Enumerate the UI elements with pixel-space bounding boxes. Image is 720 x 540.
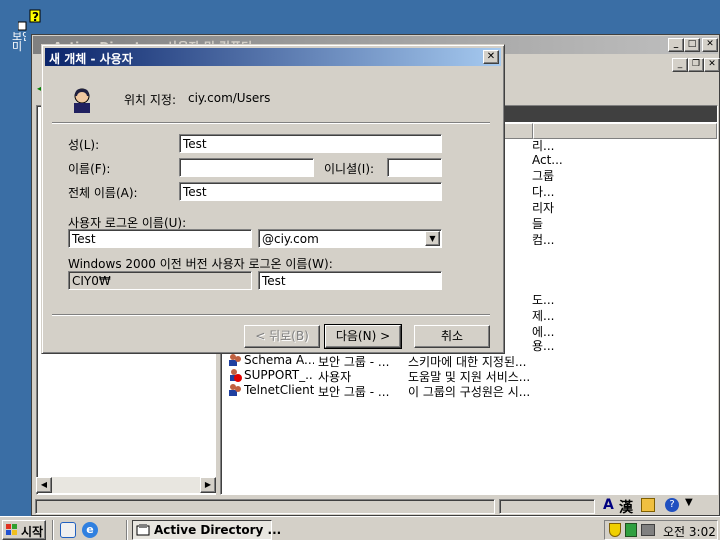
last-name-field[interactable]: Test: [179, 134, 442, 153]
taskbar-app-button[interactable]: Active Directory ...: [132, 520, 281, 540]
help-icon[interactable]: ?: [665, 498, 679, 512]
cancel-button[interactable]: 취소: [414, 325, 490, 348]
scroll-right-button[interactable]: ▶: [200, 477, 216, 493]
last-name-label: 성(L):: [68, 138, 100, 152]
dialog-title: 새 개체 - 사용자: [49, 52, 133, 66]
list-fragment: 리...: [532, 139, 555, 153]
list-fragment: 도...: [532, 293, 555, 307]
taskbar: 시작 e Active Directory ... 오전 3:02: [0, 516, 720, 540]
dialog-titlebar: 새 개체 - 사용자 ✕: [45, 48, 501, 66]
first-name-field[interactable]: [179, 158, 314, 177]
location-label: 위치 지정:: [124, 93, 177, 107]
list-fragment: 들: [532, 217, 544, 231]
mdi-restore-button[interactable]: ❐: [688, 58, 704, 72]
clock: 오전 3:02: [663, 525, 716, 539]
taskbar-app-label: Active Directory ...: [154, 523, 282, 537]
row-name: SUPPORT_...: [244, 368, 314, 382]
mdi-close-button[interactable]: ✕: [704, 58, 720, 72]
start-button[interactable]: 시작: [2, 520, 46, 540]
security-icon[interactable]: [625, 523, 637, 537]
shield-icon[interactable]: [609, 523, 621, 537]
full-name-field[interactable]: Test: [179, 182, 442, 201]
desktop-icon-label: 보안 미: [12, 32, 26, 52]
first-name-label: 이름(F):: [68, 162, 111, 176]
initials-label: 이니셜(I):: [324, 162, 375, 176]
status-pane: [499, 499, 595, 514]
list-fragment: 다...: [532, 185, 555, 199]
ime-a-icon[interactable]: A: [603, 497, 614, 513]
ime-dropdown-icon[interactable]: ▼: [685, 497, 693, 508]
domain-select[interactable]: @ciy.com ▼: [258, 229, 442, 248]
location-value: ciy.com/Users: [188, 91, 271, 105]
quicklaunch-desktop-icon[interactable]: [60, 522, 76, 538]
separator: [52, 314, 490, 316]
chevron-down-icon[interactable]: ▼: [425, 231, 440, 246]
row-type: 보안 그룹 - ...: [318, 385, 390, 399]
row-name: TelnetClients: [244, 383, 314, 397]
list-fragment: 컴...: [532, 233, 555, 247]
quicklaunch-ie-icon[interactable]: e: [82, 522, 98, 538]
taskbar-divider: [52, 520, 54, 540]
group-icon: [228, 383, 242, 397]
logon-name-field[interactable]: Test: [68, 229, 252, 248]
status-pane: [35, 499, 495, 514]
row-name: Schema A...: [244, 353, 314, 367]
statusbar: A 漢 ? ▼: [33, 497, 718, 517]
pre2000-name-field[interactable]: Test: [258, 271, 442, 290]
disabled-user-icon: [228, 368, 242, 382]
maximize-button[interactable]: □: [684, 38, 700, 52]
system-tray: 오전 3:02: [604, 520, 718, 540]
dialog-close-button[interactable]: ✕: [483, 50, 499, 64]
list-fragment: Act...: [532, 153, 563, 167]
windows-logo-icon: [5, 523, 19, 537]
group-icon: [228, 353, 242, 367]
close-button[interactable]: ✕: [702, 38, 718, 52]
user-icon: [70, 87, 94, 113]
new-user-dialog: 새 개체 - 사용자 ✕ 위치 지정: ciy.com/Users 성(L): …: [41, 44, 505, 354]
ad-app-icon: [136, 523, 150, 537]
scroll-left-button[interactable]: ◀: [36, 477, 52, 493]
taskbar-divider: [126, 520, 128, 540]
ime-hanja-icon[interactable]: 漢: [619, 497, 633, 517]
pre2000-label: Windows 2000 이전 버전 사용자 로그온 이름(W):: [68, 257, 333, 271]
full-name-label: 전체 이름(A):: [68, 186, 138, 200]
svg-text:?: ?: [32, 10, 39, 24]
column-header-blank: [533, 123, 717, 139]
list-fragment: 그룹: [532, 169, 555, 183]
pre2000-domain-field: CIY0₩: [68, 271, 252, 290]
start-label: 시작: [21, 525, 44, 539]
mdi-controls: _ ❐ ✕: [672, 58, 720, 74]
domain-select-value: @ciy.com: [262, 232, 319, 246]
tree-hscrollbar[interactable]: ◀ ▶: [36, 477, 216, 493]
separator: [52, 122, 490, 124]
initials-field[interactable]: [387, 158, 442, 177]
ime-tool-icon[interactable]: [641, 498, 655, 512]
minimize-button[interactable]: _: [668, 38, 684, 52]
back-button[interactable]: < 뒤로(B): [244, 325, 320, 348]
row-desc: 이 그룹의 구성원은 시...: [408, 385, 531, 399]
list-fragment: 용...: [532, 339, 555, 353]
next-button[interactable]: 다음(N) >: [324, 324, 402, 349]
network-icon[interactable]: [641, 524, 655, 536]
mdi-minimize-button[interactable]: _: [672, 58, 688, 72]
list-fragment: 제...: [532, 309, 555, 323]
list-fragment: 리자: [532, 201, 555, 215]
